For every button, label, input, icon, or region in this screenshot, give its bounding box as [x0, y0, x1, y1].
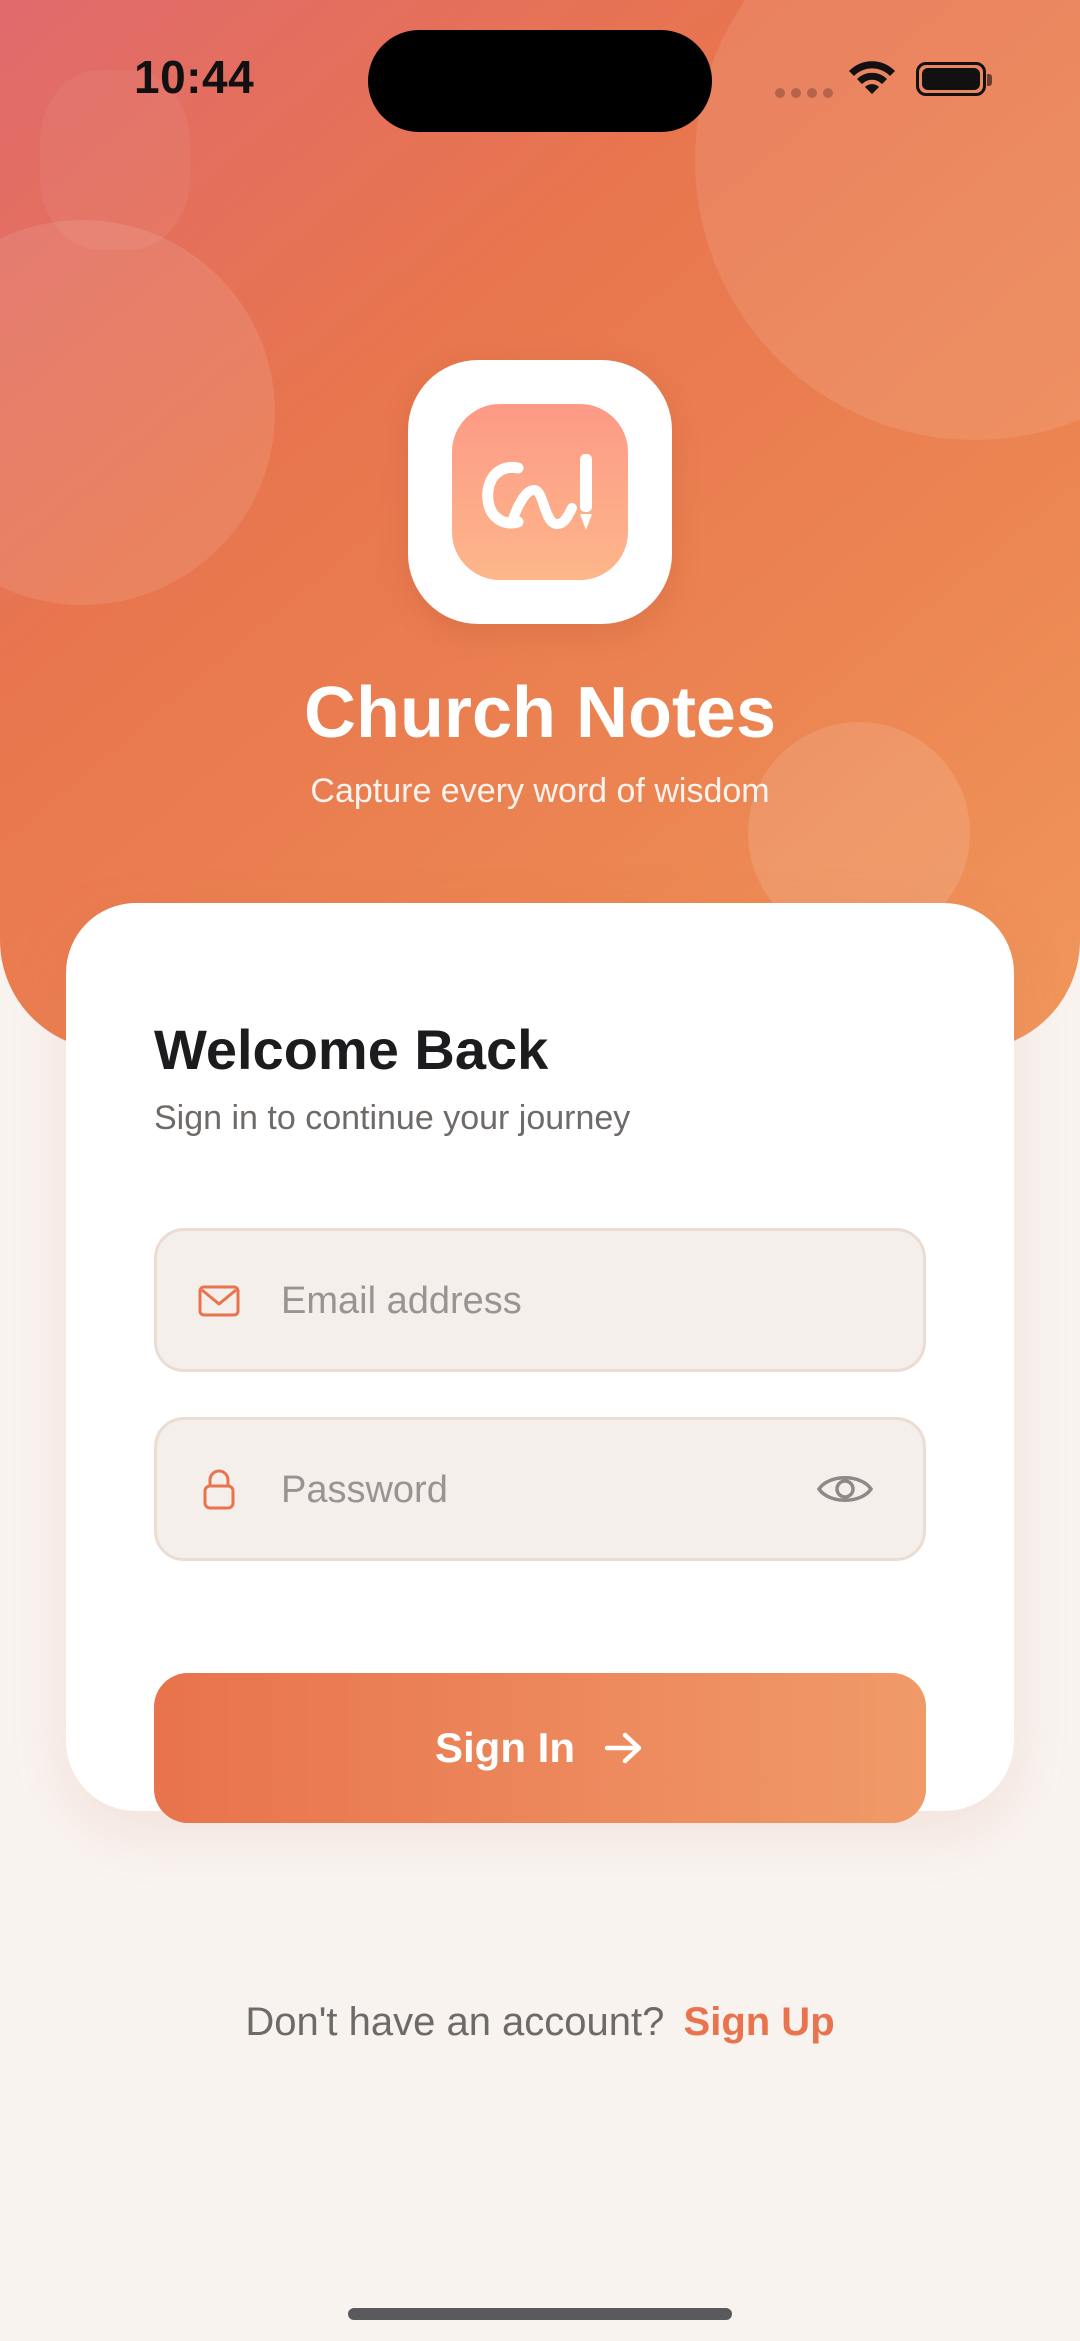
cellular-signal-icon	[775, 88, 833, 98]
arrow-right-icon	[604, 1732, 642, 1764]
login-screen: 10:44 Church Notes Capture every word of…	[0, 0, 1080, 2341]
password-field[interactable]	[154, 1417, 926, 1561]
signup-prompt: Don't have an account? Sign Up	[0, 2000, 1080, 2045]
status-time: 10:44	[134, 51, 255, 103]
password-input[interactable]	[281, 1450, 841, 1530]
card-subtitle: Sign in to continue your journey	[154, 1099, 631, 1137]
wifi-icon	[849, 61, 895, 94]
battery-icon	[916, 62, 992, 96]
sign-up-link[interactable]: Sign Up	[684, 2000, 835, 2044]
card-title: Welcome Back	[154, 1018, 549, 1081]
church-notes-logo-icon	[482, 454, 592, 530]
login-card: Welcome Back Sign in to continue your jo…	[66, 903, 1014, 1823]
sign-in-button[interactable]: Sign In	[154, 1673, 926, 1823]
app-logo	[408, 360, 672, 624]
sign-in-label: Sign In	[435, 1724, 575, 1771]
dynamic-island	[368, 30, 712, 132]
email-input[interactable]	[281, 1261, 841, 1341]
lock-icon	[203, 1469, 235, 1510]
email-field[interactable]	[154, 1228, 926, 1372]
home-indicator[interactable]	[348, 2308, 732, 2320]
signup-prompt-text: Don't have an account?	[245, 2000, 665, 2044]
decorative-bubble	[0, 220, 275, 605]
app-title: Church Notes	[303, 673, 777, 753]
eye-icon[interactable]	[815, 1466, 875, 1512]
app-tagline: Capture every word of wisdom	[310, 772, 770, 810]
mail-icon	[198, 1285, 240, 1317]
